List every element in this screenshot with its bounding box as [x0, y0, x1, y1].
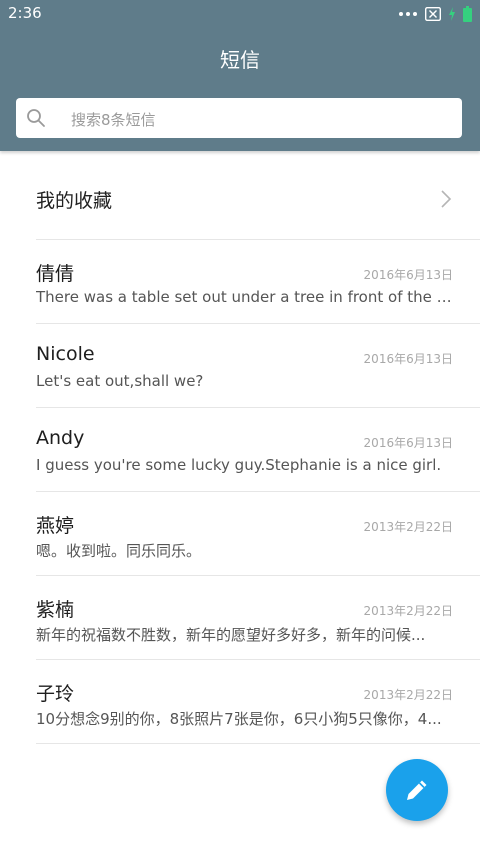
- more-notifications-icon: [399, 12, 417, 16]
- battery-icon: [463, 6, 472, 22]
- sim-icon: [425, 7, 441, 21]
- contact-name: Andy: [36, 427, 85, 449]
- message-preview: Let's eat out,shall we?: [36, 372, 204, 390]
- favorites-row[interactable]: 我的收藏: [0, 157, 480, 240]
- divider: [36, 743, 480, 744]
- conversation-row[interactable]: Andy 2016年6月13日 I guess you're some luck…: [0, 408, 480, 492]
- favorites-label: 我的收藏: [36, 190, 113, 212]
- message-preview: There was a table set out under a tree i…: [36, 288, 454, 306]
- message-preview: 新年的祝福数不胜数，新年的愿望好多好多，新年的问候...: [36, 626, 426, 644]
- conversation-row[interactable]: Nicole 2016年6月13日 Let's eat out,shall we…: [0, 324, 480, 408]
- conversation-row[interactable]: 燕婷 2013年2月22日 嗯。收到啦。同乐同乐。: [0, 492, 480, 576]
- message-date: 2016年6月13日: [363, 436, 453, 450]
- conversation-list: 倩倩 2016年6月13日 There was a table set out …: [0, 240, 480, 744]
- search-icon: [27, 109, 45, 127]
- page-title: 短信: [220, 48, 260, 72]
- status-icons: [399, 6, 472, 22]
- message-date: 2013年2月22日: [363, 604, 453, 618]
- message-preview: 10分想念9别的你，8张照片7张是你，6只小狗5只像你，4...: [36, 710, 442, 728]
- chevron-right-icon: [441, 190, 452, 208]
- new-message-button[interactable]: [386, 759, 448, 821]
- search-placeholder: 搜索8条短信: [71, 111, 156, 129]
- message-preview: I guess you're some lucky guy.Stephanie …: [36, 456, 442, 474]
- pencil-icon: [407, 780, 427, 800]
- conversation-row[interactable]: 紫楠 2013年2月22日 新年的祝福数不胜数，新年的愿望好多好多，新年的问候.…: [0, 576, 480, 660]
- charging-icon: [449, 7, 455, 21]
- message-date: 2013年2月22日: [363, 688, 453, 702]
- app-header: 2:36 短信 搜索8条短信: [0, 0, 480, 151]
- status-time: 2:36: [8, 4, 42, 22]
- message-date: 2016年6月13日: [363, 268, 453, 282]
- contact-name: Nicole: [36, 343, 95, 365]
- contact-name: 紫楠: [36, 599, 75, 621]
- message-preview: 嗯。收到啦。同乐同乐。: [36, 542, 202, 560]
- contact-name: 子玲: [36, 683, 75, 705]
- conversation-row[interactable]: 倩倩 2016年6月13日 There was a table set out …: [0, 240, 480, 324]
- message-date: 2016年6月13日: [363, 352, 453, 366]
- status-bar: 2:36: [0, 0, 480, 28]
- contact-name: 燕婷: [36, 515, 75, 537]
- contact-name: 倩倩: [36, 263, 75, 285]
- conversation-row[interactable]: 子玲 2013年2月22日 10分想念9别的你，8张照片7张是你，6只小狗5只像…: [0, 660, 480, 744]
- search-input[interactable]: 搜索8条短信: [16, 98, 462, 138]
- message-date: 2013年2月22日: [363, 520, 453, 534]
